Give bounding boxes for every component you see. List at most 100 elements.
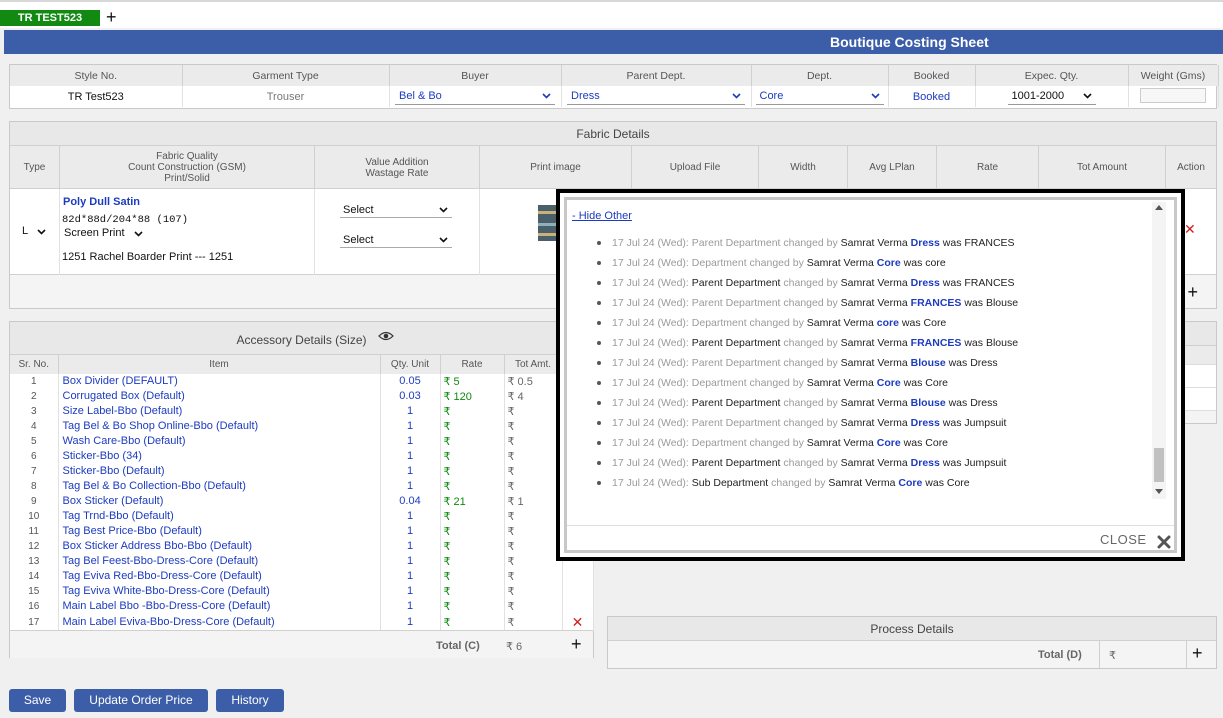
- row-qty[interactable]: 1: [380, 553, 441, 569]
- save-button[interactable]: Save: [9, 689, 66, 712]
- row-qty[interactable]: 1: [380, 613, 441, 631]
- history-modal-body: - Hide Other 17 Jul 24 (Wed): Parent Dep…: [564, 197, 1177, 553]
- row-qty[interactable]: 1: [380, 433, 441, 449]
- row-qty[interactable]: 1: [380, 448, 441, 464]
- row-qty[interactable]: 1: [380, 508, 441, 524]
- row-item-link[interactable]: Box Sticker (Default): [58, 493, 381, 509]
- row-item-link[interactable]: Tag Bel & Bo Shop Online-Bbo (Default): [58, 418, 381, 434]
- parent-dept-select[interactable]: Dress: [567, 89, 745, 105]
- header-type: Type: [10, 146, 60, 189]
- entry-field: Department: [691, 437, 747, 449]
- add-accessory-button[interactable]: +: [571, 634, 582, 655]
- row-item-link[interactable]: Corrugated Box (Default): [58, 388, 381, 404]
- expec-qty-select[interactable]: 1001-2000: [1007, 89, 1096, 105]
- entry-was: was: [903, 377, 923, 389]
- scroll-thumb[interactable]: [1154, 448, 1164, 482]
- row-rate: ₹: [440, 523, 505, 539]
- print-type-select[interactable]: Screen Print: [64, 227, 144, 239]
- scroll-up-arrow[interactable]: [1155, 205, 1163, 210]
- row-qty[interactable]: 1: [380, 568, 441, 584]
- row-item-link[interactable]: Sticker-Bbo (34): [58, 448, 381, 464]
- add-tab-button[interactable]: +: [106, 7, 117, 27]
- close-button[interactable]: CLOSE: [1100, 532, 1147, 547]
- table-row: 4 Tag Bel & Bo Shop Online-Bbo (Default) 1…: [10, 418, 594, 434]
- row-qty[interactable]: 1: [380, 418, 441, 434]
- delete-x-icon[interactable]: ✕: [1184, 221, 1196, 238]
- row-item-link[interactable]: Tag Bel Feest-Bbo-Dress-Core (Default): [58, 553, 381, 569]
- row-item-link[interactable]: Size Label-Bbo (Default): [58, 403, 381, 419]
- row-qty[interactable]: 1: [380, 403, 441, 419]
- row-sr-no: 11: [10, 523, 59, 539]
- history-entry: 17 Jul 24 (Wed): Parent Department chang…: [597, 396, 1018, 416]
- row-amount: ₹: [504, 403, 563, 419]
- add-process-button[interactable]: +: [1192, 643, 1203, 664]
- row-rate: ₹: [440, 553, 505, 569]
- buyer-select[interactable]: Bel & Bo: [395, 89, 555, 105]
- weight-input[interactable]: [1140, 87, 1206, 103]
- row-amount: ₹: [504, 553, 563, 569]
- fabric-type-select[interactable]: L: [22, 225, 46, 237]
- print-name: 1251 Rachel Boarder Print --- 1251: [62, 251, 234, 263]
- row-sr-no: 15: [10, 583, 59, 599]
- row-item-link[interactable]: Tag Best Price-Bbo (Default): [58, 523, 381, 539]
- row-item-link[interactable]: Main Label Bbo -Bbo-Dress-Core (Default): [58, 598, 381, 614]
- row-item-link[interactable]: Box Sticker Address Bbo-Bbo (Default): [58, 538, 381, 554]
- history-button[interactable]: History: [216, 689, 284, 712]
- eye-icon[interactable]: [378, 331, 394, 341]
- process-total-row: Total (D) ₹ +: [608, 641, 1216, 668]
- entry-new-value: Dress: [910, 417, 940, 429]
- row-qty[interactable]: 1: [380, 523, 441, 539]
- entry-date: 17 Jul 24 (Wed):: [612, 317, 689, 329]
- value-addition-select[interactable]: Select: [340, 203, 452, 218]
- entry-old-value: Dress: [970, 357, 998, 369]
- history-scrollbar[interactable]: [1152, 202, 1166, 499]
- update-order-price-button[interactable]: Update Order Price: [74, 689, 208, 712]
- entry-changed-by: changed by: [783, 297, 838, 309]
- delete-x-icon[interactable]: ✕: [572, 614, 584, 630]
- history-entry: 17 Jul 24 (Wed): Parent Department chang…: [597, 276, 1018, 296]
- dept-select[interactable]: Core: [755, 89, 884, 105]
- row-qty[interactable]: 0.03: [380, 388, 441, 404]
- row-rate: ₹: [440, 478, 505, 494]
- wastage-rate-select[interactable]: Select: [340, 233, 452, 248]
- row-qty[interactable]: 0.05: [380, 373, 441, 389]
- table-row: 15 Tag Eviva White-Bbo-Dress-Core (Defaul…: [10, 583, 594, 599]
- row-item-link[interactable]: Tag Bel & Bo Collection-Bbo (Default): [58, 478, 381, 494]
- entry-field: Parent Department: [691, 297, 781, 309]
- hide-other-link[interactable]: - Hide Other: [572, 210, 632, 222]
- row-item-link[interactable]: Tag Trnd-Bbo (Default): [58, 508, 381, 524]
- chevron-down-icon: [37, 229, 46, 235]
- row-item-link[interactable]: Tag Eviva White-Bbo-Dress-Core (Default): [58, 583, 381, 599]
- table-row: 7 Sticker-Bbo (Default) 1 ₹ ₹: [10, 463, 594, 479]
- row-item-link[interactable]: Sticker-Bbo (Default): [58, 463, 381, 479]
- expec-qty-select-value: 1001-2000: [1011, 89, 1065, 102]
- row-qty[interactable]: 1: [380, 598, 441, 614]
- header-rate: Rate: [937, 146, 1039, 189]
- history-log-area: - Hide Other 17 Jul 24 (Wed): Parent Dep…: [567, 200, 1163, 497]
- scroll-down-arrow[interactable]: [1155, 489, 1163, 494]
- booked-link[interactable]: Booked: [888, 86, 976, 107]
- dept-select-value: Core: [759, 89, 784, 102]
- row-amount: ₹: [504, 478, 563, 494]
- entry-changed-by: changed by: [783, 357, 838, 369]
- header-parent-dept: Parent Dept.: [561, 65, 752, 86]
- row-qty[interactable]: 1: [380, 463, 441, 479]
- entry-field: Parent Department: [691, 357, 781, 369]
- fabric-quality-link[interactable]: Poly Dull Satin: [63, 196, 140, 208]
- row-qty[interactable]: 0.04: [380, 493, 441, 509]
- tab-tr-test523[interactable]: TR TEST523: [0, 10, 100, 26]
- row-item-link[interactable]: Wash Care-Bbo (Default): [58, 433, 381, 449]
- close-x-icon[interactable]: [1157, 535, 1171, 549]
- history-entry: 17 Jul 24 (Wed): Department changed by S…: [597, 436, 1018, 456]
- header-fabric-quality: Fabric Quality Count Construction (GSM) …: [60, 146, 315, 189]
- row-sr-no: 7: [10, 463, 59, 479]
- row-qty[interactable]: 1: [380, 538, 441, 554]
- row-qty[interactable]: 1: [380, 583, 441, 599]
- row-item-link[interactable]: Tag Eviva Red-Bbo-Dress-Core (Default): [58, 568, 381, 584]
- row-action-cell: [562, 583, 594, 599]
- row-item-link[interactable]: Main Label Eviva-Bbo-Dress-Core (Default…: [58, 613, 381, 631]
- row-item-link[interactable]: Box Divider (DEFAULT): [58, 373, 381, 389]
- row-qty[interactable]: 1: [380, 478, 441, 494]
- add-fabric-button[interactable]: +: [1187, 282, 1198, 303]
- entry-old-value: FRANCES: [964, 277, 1015, 289]
